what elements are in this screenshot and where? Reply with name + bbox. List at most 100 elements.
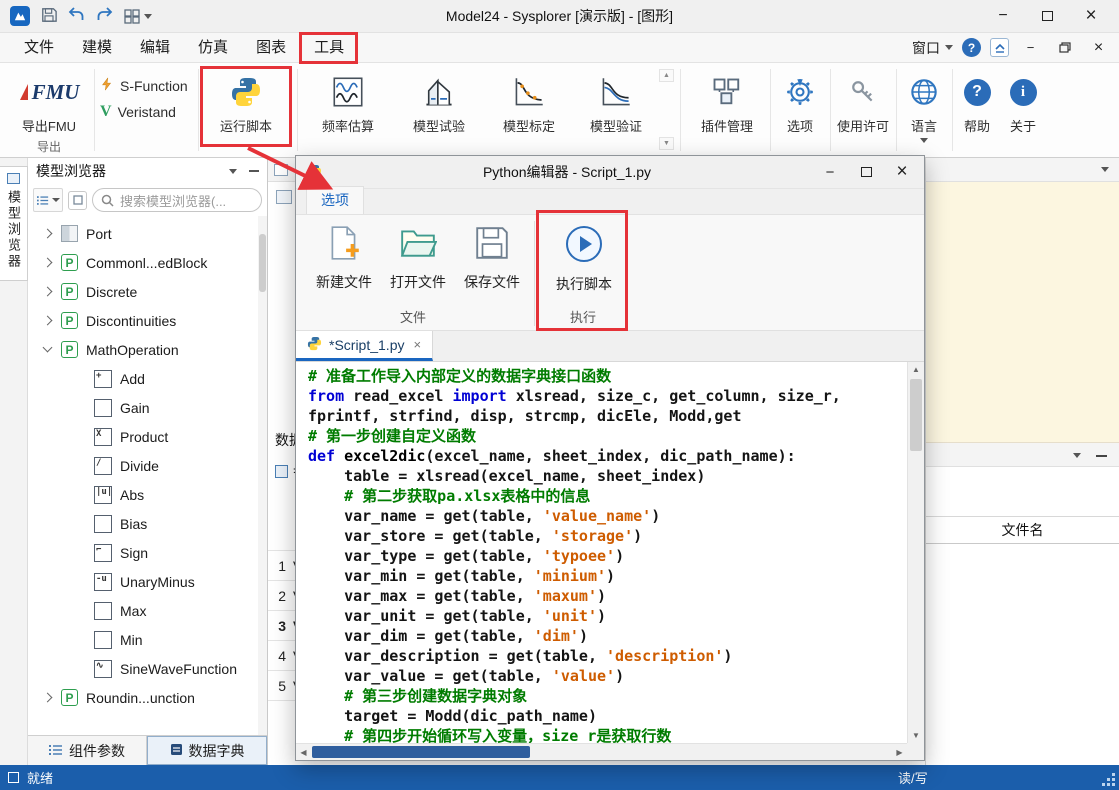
save-icon[interactable] xyxy=(41,7,57,26)
close-button[interactable]: × xyxy=(1069,0,1113,32)
expand-chevron-icon[interactable] xyxy=(42,286,53,297)
model-test-button[interactable]: 模型试验 xyxy=(397,71,481,135)
model-browser-vertical-tab[interactable]: 模型浏览器 xyxy=(0,166,28,281)
s-function-button[interactable]: S-Function xyxy=(100,76,188,95)
open-file-button[interactable]: 打开文件 xyxy=(384,224,452,292)
tree-item-discontinuities[interactable]: P Discontinuities xyxy=(28,306,267,335)
undo-icon[interactable] xyxy=(68,7,85,25)
vertical-scrollbar[interactable]: ▲ ▼ xyxy=(907,362,924,743)
dialog-menubar: 选项 xyxy=(296,186,924,215)
doc-restore-button[interactable] xyxy=(1052,37,1077,59)
plugin-manager-button[interactable]: 插件管理 xyxy=(686,71,768,135)
options-button[interactable]: 选项 xyxy=(774,71,826,135)
panel-caret-icon[interactable] xyxy=(1101,167,1109,172)
frequency-estimation-button[interactable]: 频率估算 xyxy=(306,71,390,135)
run-script-button[interactable]: 运行脚本 xyxy=(204,71,288,135)
code-editor[interactable]: # 准备工作导入内部定义的数据字典接口函数 from read_excel imp… xyxy=(296,362,907,743)
tree-scrollbar[interactable] xyxy=(258,216,267,735)
tab-component-parameters[interactable]: 组件参数 xyxy=(28,736,147,765)
horizontal-scrollbar[interactable]: ◀ ▶ xyxy=(296,743,907,760)
tree-item-min[interactable]: Min xyxy=(28,625,267,654)
tree-item-add[interactable]: + Add xyxy=(28,364,267,393)
collapse-chevron-icon[interactable] xyxy=(42,342,53,353)
new-file-button[interactable]: 新建文件 xyxy=(310,224,378,292)
execute-script-button[interactable]: 执行脚本 xyxy=(544,224,624,294)
tree-item-max[interactable]: Max xyxy=(28,596,267,625)
script-tab[interactable]: *Script_1.py × xyxy=(296,331,434,361)
veristand-button[interactable]: V Veristand xyxy=(100,103,176,121)
tree-item-roundin-unction[interactable]: P Roundin...unction xyxy=(28,683,267,712)
close-tab-icon[interactable]: × xyxy=(413,337,421,352)
tree-item-sinewavefunction[interactable]: ∿ SineWaveFunction xyxy=(28,654,267,683)
scrollbar-thumb[interactable] xyxy=(259,234,266,292)
ribbon-scroll-down-button[interactable]: ▼ xyxy=(659,137,674,150)
minimize-button[interactable]: − xyxy=(981,0,1025,32)
dialog-menu-options[interactable]: 选项 xyxy=(306,186,364,214)
dock-panel-icon[interactable] xyxy=(276,190,292,204)
frequency-estimation-label: 频率估算 xyxy=(321,119,374,134)
tree-item-bias[interactable]: Bias xyxy=(28,509,267,538)
export-fmu-label: 导出FMU xyxy=(21,119,77,134)
menu-item-simulation[interactable]: 仿真 xyxy=(184,33,242,63)
tree-item-discrete[interactable]: P Discrete xyxy=(28,277,267,306)
search-input[interactable]: 搜索模型浏览器(... xyxy=(92,188,262,212)
expand-chevron-icon[interactable] xyxy=(42,228,53,239)
dialog-maximize-button[interactable] xyxy=(848,157,884,187)
model-test-icon xyxy=(423,71,455,113)
menu-item-edit[interactable]: 编辑 xyxy=(126,33,184,63)
filter-icon[interactable] xyxy=(68,190,87,210)
tree-item-divide[interactable]: / Divide xyxy=(28,451,267,480)
expand-chevron-icon[interactable] xyxy=(42,257,53,268)
ribbon-help-button[interactable]: ? 帮助 xyxy=(956,71,998,135)
menu-item-tools[interactable]: 工具 xyxy=(300,33,358,63)
maximize-button[interactable] xyxy=(1025,0,1069,32)
dialog-close-button[interactable]: × xyxy=(884,157,920,187)
menu-item-charts[interactable]: 图表 xyxy=(242,33,300,63)
help-icon[interactable]: ? xyxy=(962,38,981,57)
tree-item-sign[interactable]: ⌐ Sign xyxy=(28,538,267,567)
window-tile-icon[interactable] xyxy=(274,163,288,176)
scrollbar-thumb[interactable] xyxy=(910,379,922,451)
scroll-down-icon[interactable]: ▼ xyxy=(908,728,924,743)
tree-item-mathoperation[interactable]: P MathOperation xyxy=(28,335,267,364)
menu-item-file[interactable]: 文件 xyxy=(10,33,68,63)
dialog-minimize-button[interactable]: − xyxy=(812,157,848,187)
menu-window[interactable]: 窗口 xyxy=(912,38,953,58)
scrollbar-thumb[interactable] xyxy=(312,746,530,758)
tree-item-port[interactable]: Port xyxy=(28,219,267,248)
doc-close-button[interactable]: × xyxy=(1086,37,1111,59)
ribbon-scroll-up-button[interactable]: ▲ xyxy=(659,69,674,82)
expand-chevron-icon[interactable] xyxy=(42,315,53,326)
resize-grip[interactable] xyxy=(1103,774,1115,786)
expand-chevron-icon[interactable] xyxy=(42,692,53,703)
panel-caret-icon[interactable] xyxy=(1073,453,1081,458)
grid-tool-icon[interactable] xyxy=(124,8,152,24)
code-line: target = Modd(dic_path_name) xyxy=(308,707,597,725)
scroll-up-icon[interactable]: ▲ xyxy=(908,362,924,377)
dialog-titlebar[interactable]: Python编辑器 - Script_1.py − × xyxy=(296,156,924,189)
scroll-left-icon[interactable]: ◀ xyxy=(296,744,311,760)
language-button[interactable]: 语言 xyxy=(899,71,949,143)
save-file-button[interactable]: 保存文件 xyxy=(458,224,526,292)
panel-minimize-icon[interactable] xyxy=(249,170,259,172)
tree-view-mode-button[interactable] xyxy=(33,188,63,212)
tree-item-gain[interactable]: Gain xyxy=(28,393,267,422)
tree-item-unaryminus[interactable]: -u UnaryMinus xyxy=(28,567,267,596)
tab-data-dictionary[interactable]: 数据字典 xyxy=(147,736,267,765)
license-button[interactable]: 使用许可 xyxy=(832,71,894,135)
about-button[interactable]: i 关于 xyxy=(1002,71,1044,135)
panel-minimize-icon[interactable] xyxy=(1096,455,1107,457)
panel-menu-caret-icon[interactable] xyxy=(229,168,237,174)
collapse-ribbon-icon[interactable] xyxy=(990,38,1009,57)
tree-item-abs[interactable]: |u| Abs xyxy=(28,480,267,509)
tree-item-product[interactable]: X Product xyxy=(28,422,267,451)
tree-item-commonl-edblock[interactable]: P Commonl...edBlock xyxy=(28,248,267,277)
file-name-column-header[interactable]: 文件名 xyxy=(926,516,1119,544)
export-fmu-button[interactable]: FMU 导出FMU xyxy=(8,71,90,135)
doc-minimize-button[interactable]: − xyxy=(1018,37,1043,59)
model-validation-button[interactable]: 模型验证 xyxy=(575,71,657,135)
redo-icon[interactable] xyxy=(96,7,113,25)
menu-item-modeling[interactable]: 建模 xyxy=(68,33,126,63)
scroll-right-icon[interactable]: ▶ xyxy=(892,744,907,760)
model-calibration-button[interactable]: 模型标定 xyxy=(487,71,571,135)
